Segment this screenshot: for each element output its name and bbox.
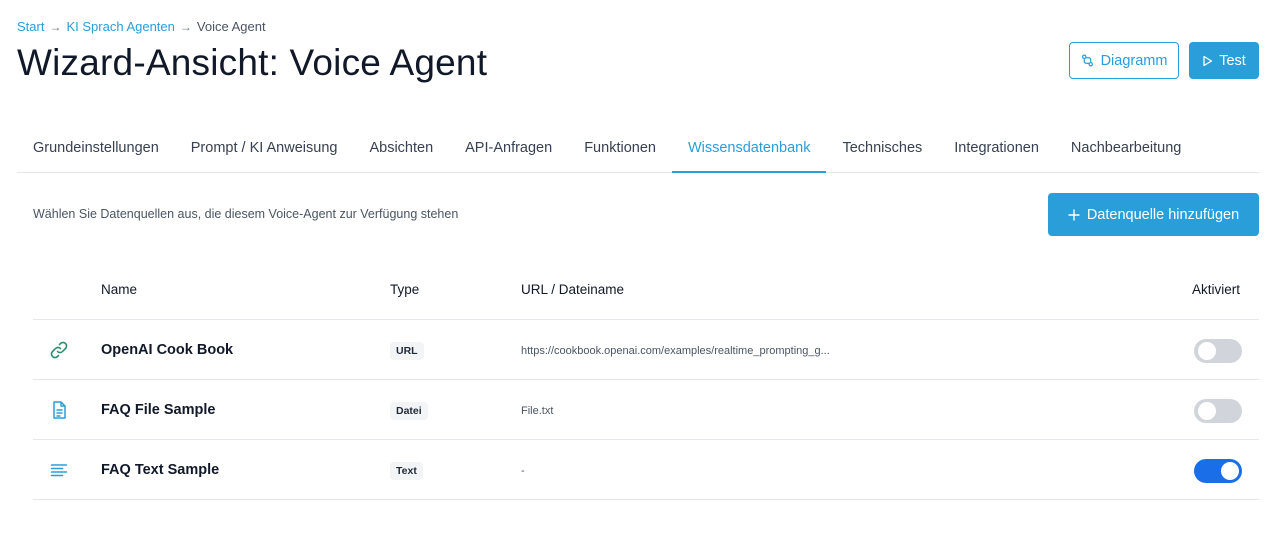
section-description: Wählen Sie Datenquellen aus, die diesem … — [33, 207, 459, 221]
tab-technisches[interactable]: Technisches — [826, 126, 938, 173]
tab-prompt[interactable]: Prompt / KI Anweisung — [175, 126, 354, 173]
row-name: FAQ File Sample — [101, 402, 216, 418]
breadcrumb-separator: → — [49, 19, 62, 34]
add-datasource-button[interactable]: Datenquelle hinzufügen — [1048, 193, 1259, 236]
breadcrumb-start[interactable]: Start — [17, 19, 44, 34]
active-toggle[interactable] — [1194, 339, 1242, 363]
diagram-button[interactable]: Diagramm — [1069, 42, 1179, 79]
type-badge: Text — [390, 462, 423, 480]
active-toggle[interactable] — [1194, 399, 1242, 423]
tab-nachbearbeitung[interactable]: Nachbearbeitung — [1055, 126, 1197, 173]
row-url: File.txt — [521, 405, 554, 417]
page-title: Wizard-Ansicht: Voice Agent — [17, 42, 488, 83]
column-header-active: Aktiviert — [1192, 282, 1241, 297]
toggle-knob — [1198, 402, 1216, 420]
add-datasource-label: Datenquelle hinzufügen — [1086, 206, 1240, 223]
row-url: - — [521, 465, 525, 477]
tab-grundeinstellungen[interactable]: Grundeinstellungen — [17, 126, 175, 173]
column-header-name: Name — [101, 282, 138, 297]
column-header-url: URL / Dateiname — [521, 282, 625, 297]
test-button[interactable]: Test — [1189, 42, 1259, 79]
tab-integrationen[interactable]: Integrationen — [938, 126, 1055, 173]
diagram-icon — [1081, 54, 1093, 67]
play-icon — [1203, 55, 1213, 66]
type-badge: Datei — [390, 402, 428, 420]
toggle-knob — [1198, 342, 1216, 360]
table-row: FAQ File Sample Datei File.txt — [33, 380, 1259, 440]
tab-api-anfragen[interactable]: API-Anfragen — [449, 126, 568, 173]
toggle-knob — [1221, 462, 1239, 480]
datasource-table: Name Type URL / Dateiname Aktiviert Open… — [33, 260, 1259, 500]
breadcrumb: Start → KI Sprach Agenten → Voice Agent — [17, 19, 266, 34]
breadcrumb-current: Voice Agent — [196, 19, 266, 34]
file-icon — [53, 401, 66, 419]
table-header: Name Type URL / Dateiname Aktiviert — [33, 260, 1259, 320]
column-header-type: Type — [390, 282, 420, 297]
tab-absichten[interactable]: Absichten — [353, 126, 449, 173]
diagram-button-label: Diagramm — [1100, 52, 1168, 69]
plus-icon — [1068, 209, 1080, 220]
tab-bar: Grundeinstellungen Prompt / KI Anweisung… — [17, 126, 1259, 173]
link-icon — [50, 341, 68, 359]
breadcrumb-separator: → — [179, 19, 192, 34]
test-button-label: Test — [1219, 52, 1246, 69]
tab-funktionen[interactable]: Funktionen — [568, 126, 672, 173]
breadcrumb-ki-sprach-agenten[interactable]: KI Sprach Agenten — [66, 19, 174, 34]
type-badge: URL — [390, 342, 424, 360]
table-row: OpenAI Cook Book URL https://cookbook.op… — [33, 320, 1259, 380]
tab-wissensdatenbank[interactable]: Wissensdatenbank — [671, 126, 827, 173]
table-row: FAQ Text Sample Text - — [33, 440, 1259, 500]
text-lines-icon — [50, 464, 68, 477]
row-name: OpenAI Cook Book — [101, 342, 234, 358]
row-name: FAQ Text Sample — [101, 462, 220, 478]
row-url: https://cookbook.openai.com/examples/rea… — [521, 345, 830, 357]
active-toggle[interactable] — [1194, 459, 1242, 483]
